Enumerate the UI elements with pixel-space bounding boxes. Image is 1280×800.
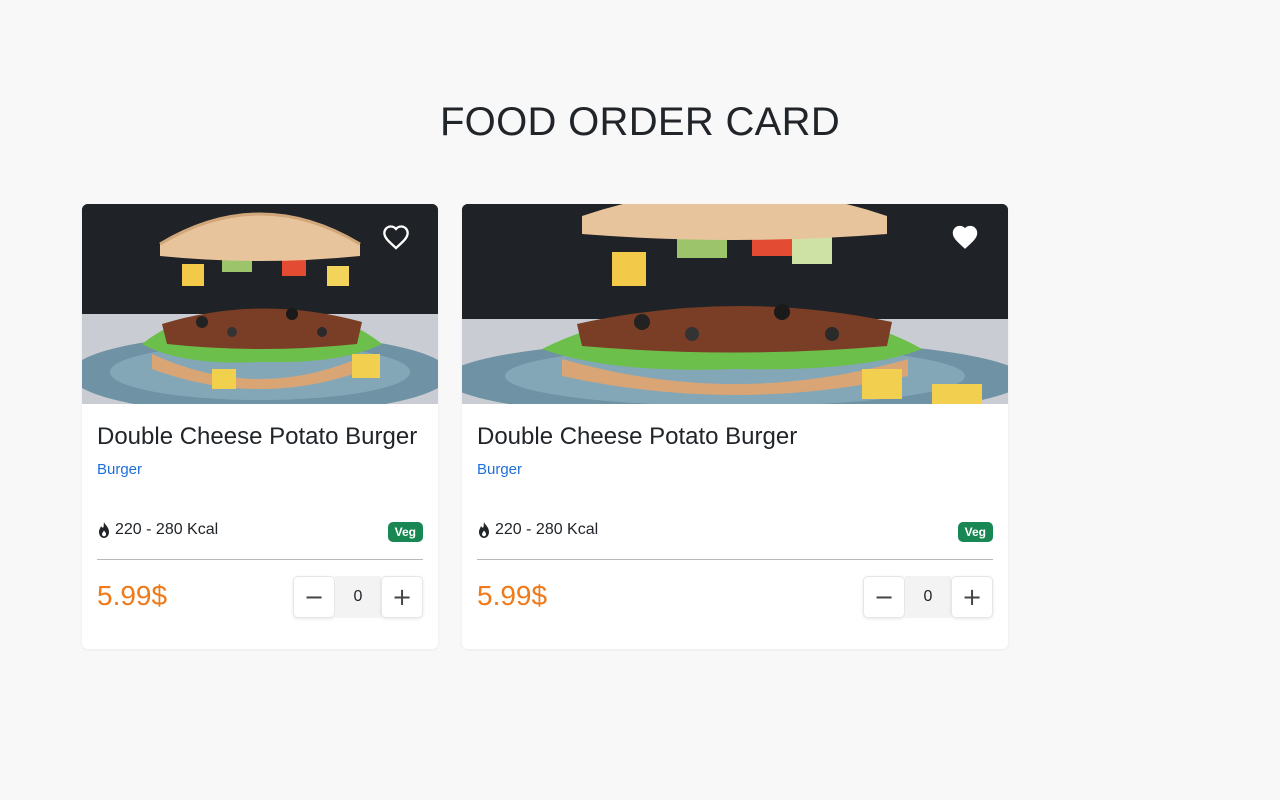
food-image [462, 204, 1008, 404]
divider [97, 559, 423, 560]
calorie-info: 220 - 280 Kcal [97, 521, 218, 539]
category-link[interactable]: Burger [477, 461, 522, 478]
calorie-text: 220 - 280 Kcal [495, 521, 599, 538]
increment-button[interactable]: + [381, 576, 423, 618]
calorie-info: 220 - 280 Kcal [477, 521, 598, 539]
price: 5.99$ [477, 580, 548, 611]
decrement-button[interactable]: − [293, 576, 335, 618]
fire-icon [99, 522, 109, 538]
food-title: Double Cheese Potato Burger [477, 423, 798, 450]
fire-icon [479, 522, 489, 538]
food-card: Double Cheese Potato Burger Burger 220 -… [462, 204, 1008, 649]
favorite-heart-icon[interactable] [951, 224, 979, 250]
burger-photo [462, 204, 1008, 404]
quantity-stepper: − 0 + [863, 576, 993, 618]
price: 5.99$ [97, 580, 168, 611]
favorite-heart-icon[interactable] [382, 224, 410, 250]
quantity-value: 0 [905, 576, 951, 618]
calorie-text: 220 - 280 Kcal [115, 521, 219, 538]
category-link[interactable]: Burger [97, 461, 142, 478]
veg-badge: Veg [957, 522, 993, 542]
quantity-value: 0 [335, 576, 381, 618]
calorie-row: 220 - 280 Kcal Veg [477, 521, 993, 543]
decrement-button[interactable]: − [863, 576, 905, 618]
page-title: FOOD ORDER CARD [439, 100, 841, 144]
divider [477, 559, 993, 560]
food-image [82, 204, 438, 404]
calorie-row: 220 - 280 Kcal Veg [97, 521, 423, 543]
veg-badge: Veg [387, 522, 423, 542]
food-card: Double Cheese Potato Burger Burger 220 -… [82, 204, 438, 649]
quantity-stepper: − 0 + [293, 576, 423, 618]
increment-button[interactable]: + [951, 576, 993, 618]
food-title: Double Cheese Potato Burger [97, 423, 418, 450]
